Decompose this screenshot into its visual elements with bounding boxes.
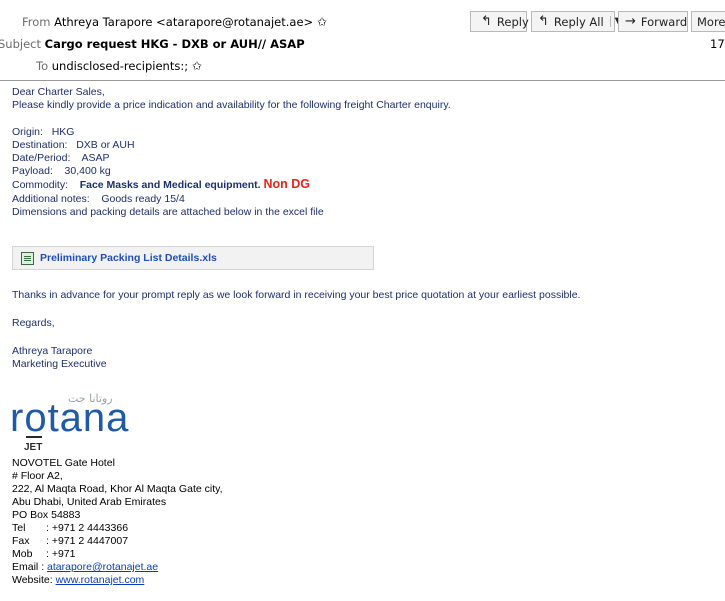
sig-city: Abu Dhabi, United Arab Emirates <box>12 496 167 508</box>
date-label: Date/Period: <box>12 152 71 164</box>
destination-line: Destination: DXB or AUH <box>12 139 135 152</box>
subject-row: Subject Cargo request HKG - DXB or AUH//… <box>0 37 305 51</box>
tel-label: Tel <box>12 522 26 534</box>
email-link[interactable]: atarapore@rotanajet.ae <box>47 561 158 573</box>
sig-po-box: PO Box 54883 <box>12 509 81 521</box>
dimensions-line: Dimensions and packing details are attac… <box>12 206 324 218</box>
commodity-line: Commodity: Face Masks and Medical equipm… <box>12 178 310 192</box>
reply-all-button[interactable]: ↰ Reply All ▼ <box>531 11 622 32</box>
from-value[interactable]: Athreya Tarapore <atarapore@rotanajet.ae… <box>54 15 313 29</box>
from-row: From Athreya Tarapore <atarapore@rotanaj… <box>22 15 327 29</box>
fax-label: Fax <box>12 535 30 547</box>
message-header: From Athreya Tarapore <atarapore@rotanaj… <box>0 0 725 80</box>
date-value: ASAP <box>81 152 110 164</box>
origin-value: HKG <box>51 126 75 138</box>
sig-fax: Fax : +971 2 4447007 <box>12 535 128 548</box>
tel-value: : +971 2 4443366 <box>46 522 129 534</box>
forward-button[interactable]: → Forward <box>618 11 688 32</box>
reply-all-icon: ↰ <box>538 14 549 29</box>
destination-value: DXB or AUH <box>76 139 135 151</box>
payload-line: Payload: 30,400 kg <box>12 165 111 178</box>
sig-email: Email : atarapore@rotanajet.ae <box>12 561 158 574</box>
notes-line: Additional notes: Goods ready 15/4 <box>12 193 185 206</box>
origin-label: Origin: <box>12 126 43 138</box>
attachment-name[interactable]: Preliminary Packing List Details.xls <box>40 252 217 264</box>
subject-label: Subject <box>0 37 41 51</box>
sig-tel: Tel : +971 2 4443366 <box>12 522 128 535</box>
forward-label: Forward <box>640 14 688 29</box>
from-label: From <box>22 15 51 29</box>
reply-button[interactable]: ↰ Reply <box>470 11 529 32</box>
date-line: Date/Period: ASAP <box>12 152 109 165</box>
message-body: Dear Charter Sales, Please kindly provid… <box>0 81 725 601</box>
email-label: Email <box>12 561 39 573</box>
sig-floor: # Floor A2, <box>12 470 63 482</box>
attachment-item[interactable]: Preliminary Packing List Details.xls <box>12 246 374 270</box>
sig-mob: Mob : +971 <box>12 548 76 561</box>
to-row: To undisclosed-recipients:; ✩ <box>36 59 202 73</box>
non-dg-flag: Non DG <box>263 177 311 191</box>
destination-label: Destination: <box>12 139 68 151</box>
reply-icon: ↰ <box>481 14 492 29</box>
notes-label: Additional notes: <box>12 193 90 205</box>
excel-file-icon <box>21 251 34 265</box>
email-sep: : <box>41 561 45 573</box>
website-label: Website: <box>12 574 53 586</box>
intro-line: Please kindly provide a price indication… <box>12 99 451 111</box>
forward-icon: → <box>625 14 636 29</box>
notes-value: Goods ready 15/4 <box>101 193 185 205</box>
reply-all-label: Reply All <box>553 14 604 29</box>
logo-jet: JET <box>24 442 42 453</box>
rotana-jet-logo: روتانا جت rotana JET <box>10 392 129 453</box>
star-icon[interactable]: ✩ <box>192 59 202 73</box>
website-link[interactable]: www.rotanajet.com <box>56 574 145 586</box>
message-time: 17:0 <box>710 37 725 51</box>
sig-road: 222, Al Maqta Road, Khor Al Maqta Gate c… <box>12 483 223 495</box>
more-label: More <box>697 14 725 29</box>
sig-website: Website: www.rotanajet.com <box>12 574 144 587</box>
commodity-label: Commodity: <box>12 179 69 191</box>
mob-value: : +971 <box>46 548 76 560</box>
fax-value: : +971 2 4447007 <box>46 535 129 547</box>
signature-title: Marketing Executive <box>12 358 107 370</box>
origin-line: Origin: HKG <box>12 126 74 139</box>
logo-wordmark: rotana <box>10 396 129 440</box>
star-icon[interactable]: ✩ <box>317 15 327 29</box>
reply-label: Reply <box>496 14 529 29</box>
sig-hotel: NOVOTEL Gate Hotel <box>12 457 115 469</box>
to-value[interactable]: undisclosed-recipients:; <box>52 59 188 73</box>
regards-line: Regards, <box>12 317 55 329</box>
signature-name: Athreya Tarapore <box>12 345 93 357</box>
thanks-line: Thanks in advance for your prompt reply … <box>12 289 581 301</box>
payload-label: Payload: <box>12 165 53 177</box>
to-label: To <box>36 59 49 73</box>
more-button[interactable]: More <box>691 11 725 32</box>
payload-value: 30,400 kg <box>64 165 111 177</box>
greeting: Dear Charter Sales, <box>12 86 105 98</box>
commodity-value: Face Masks and Medical equipment. <box>79 179 261 191</box>
subject-value: Cargo request HKG - DXB or AUH// ASAP <box>44 37 305 51</box>
mob-label: Mob <box>12 548 33 560</box>
